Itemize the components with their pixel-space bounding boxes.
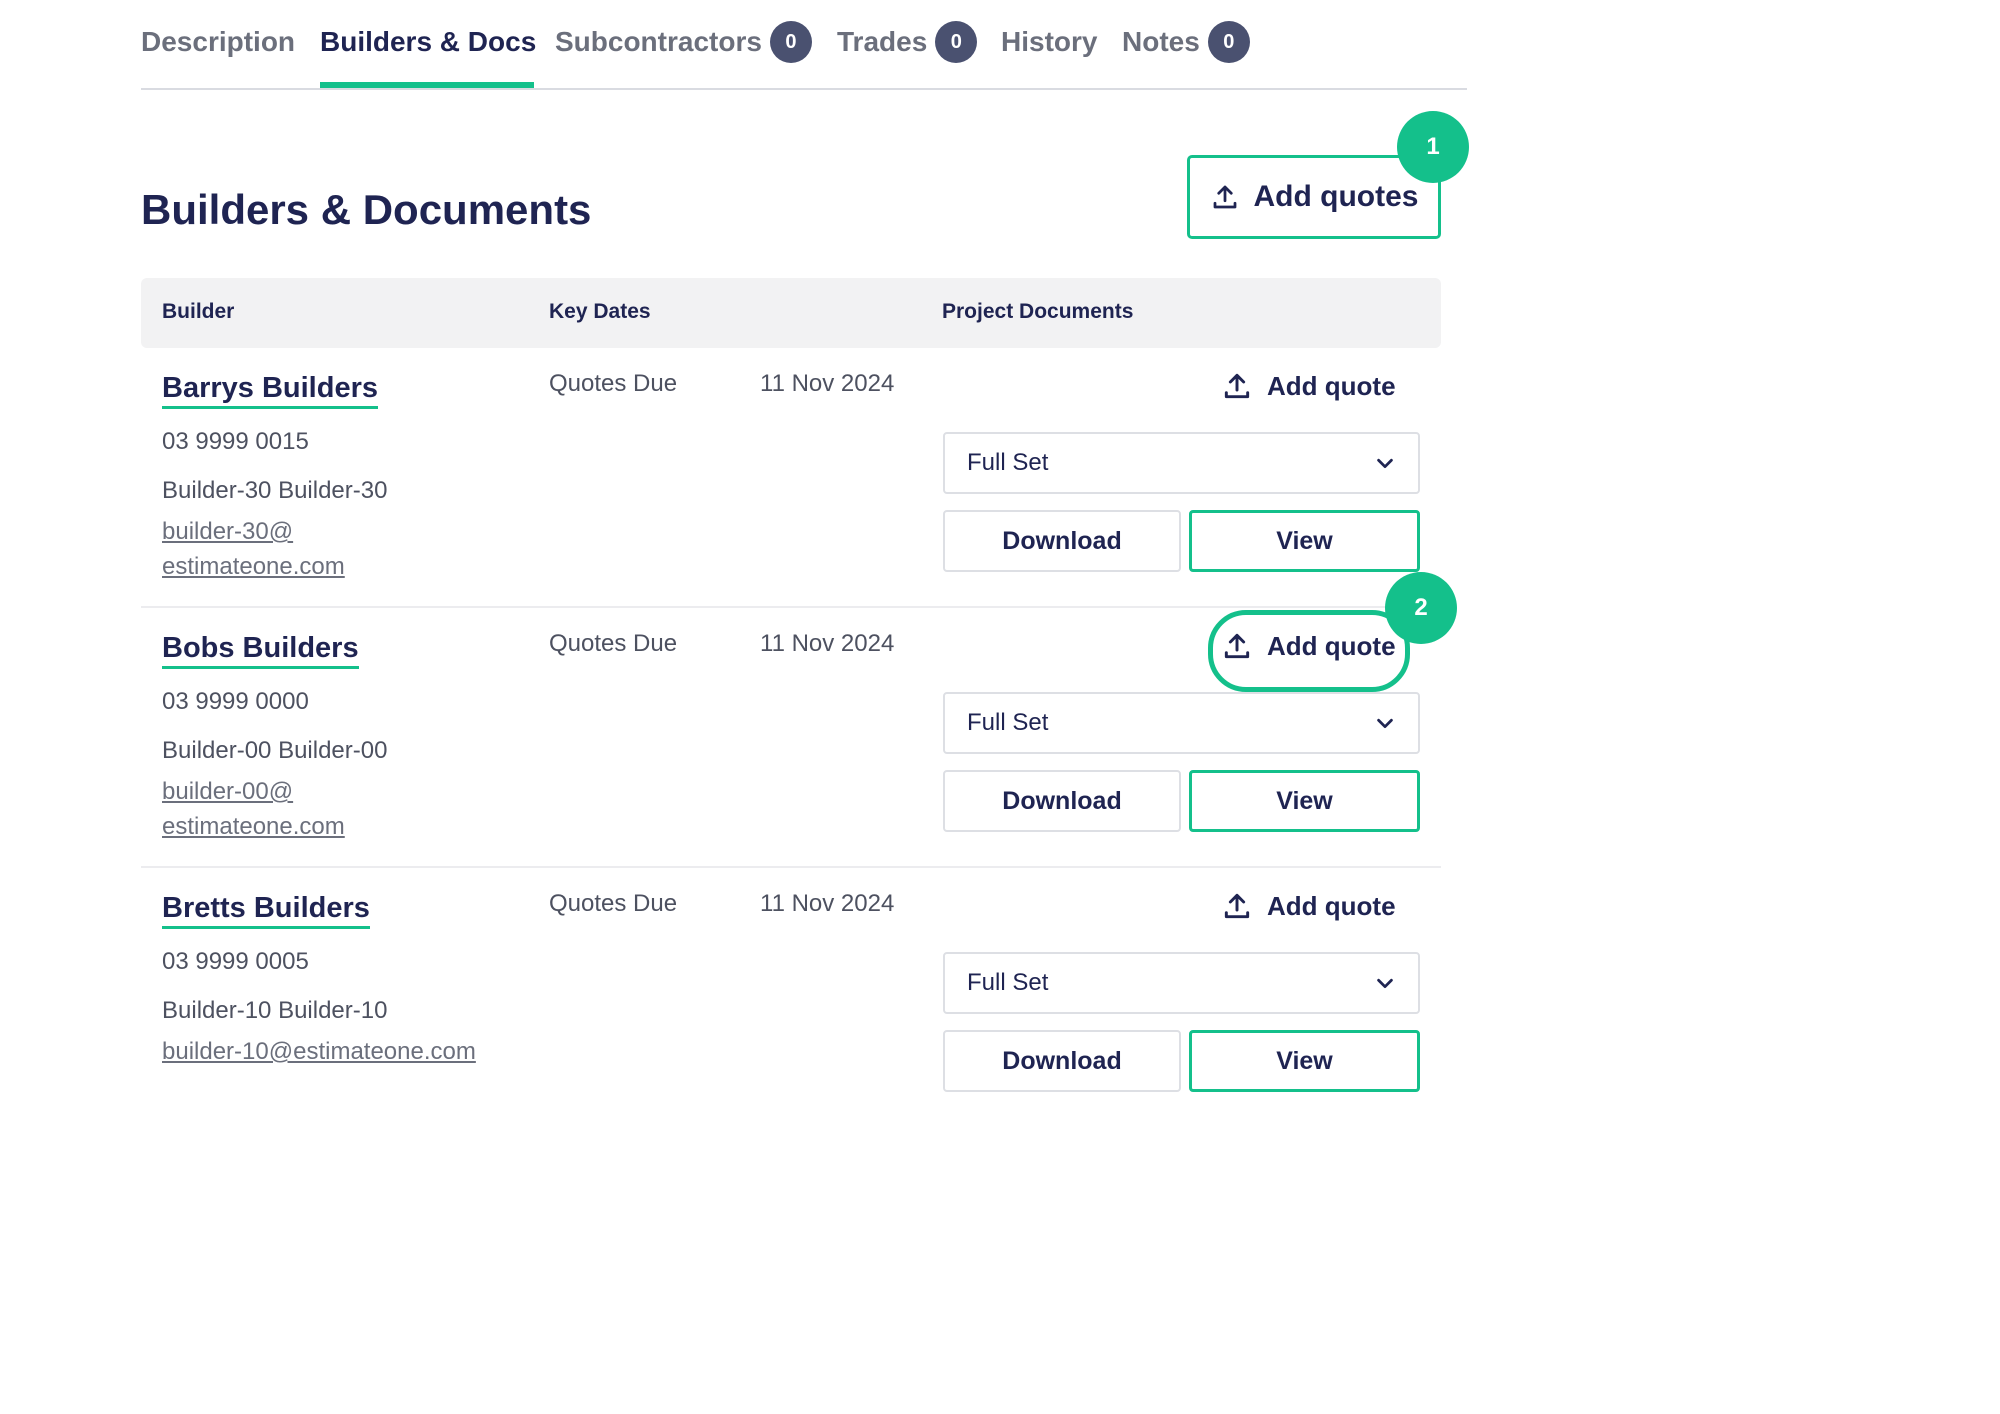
add-quote-label: Add quote — [1267, 890, 1396, 921]
table-row: Bobs Builders 03 9999 0000 Builder-00 Bu… — [141, 610, 1441, 890]
key-date-value: 11 Nov 2024 — [760, 890, 895, 917]
view-button[interactable]: View — [1189, 1030, 1420, 1092]
tab-label: Builders & Docs — [320, 26, 537, 57]
tab-label: Trades — [837, 26, 928, 57]
upload-icon — [1210, 182, 1240, 212]
upload-icon — [1221, 370, 1253, 402]
chevron-down-icon — [1374, 452, 1396, 474]
page-title: Builders & Documents — [141, 186, 592, 233]
key-date-label: Quotes Due — [549, 890, 678, 917]
highlight-ring — [1208, 610, 1410, 692]
document-set-select[interactable]: Full Set — [943, 432, 1420, 494]
document-set-select[interactable]: Full Set — [943, 952, 1420, 1014]
add-quote-button[interactable]: Add quote — [1221, 370, 1396, 402]
active-tab-indicator — [320, 82, 534, 88]
tab-notes[interactable]: Notes 0 — [1122, 21, 1250, 63]
tab-label: History — [1001, 26, 1098, 57]
view-button[interactable]: View — [1189, 510, 1420, 572]
builder-email-link[interactable]: builder-00@ estimateone.com — [162, 774, 362, 844]
select-value: Full Set — [967, 709, 1049, 736]
email-line: builder-10@estimateone.com — [162, 1038, 476, 1065]
key-date-label: Quotes Due — [549, 630, 678, 657]
document-set-select[interactable]: Full Set — [943, 692, 1420, 754]
builder-contact: Builder-00 Builder-00 — [162, 737, 388, 764]
select-value: Full Set — [967, 969, 1049, 996]
email-line: estimateone.com — [162, 813, 345, 840]
add-quote-label: Add quote — [1267, 370, 1396, 401]
builder-email-link[interactable]: builder-30@ estimateone.com — [162, 514, 362, 584]
step-callout-2: 2 — [1385, 572, 1457, 644]
tab-subcontractors[interactable]: Subcontractors 0 — [555, 21, 812, 63]
step-callout-1: 1 — [1397, 111, 1469, 183]
key-date-label: Quotes Due — [549, 370, 678, 397]
count-badge: 0 — [769, 21, 812, 63]
email-line: builder-30@ — [162, 518, 294, 545]
tab-trades[interactable]: Trades 0 — [837, 21, 978, 63]
download-button[interactable]: Download — [943, 1030, 1181, 1092]
table-row: Barrys Builders 03 9999 0015 Builder-30 … — [141, 370, 1441, 630]
email-line: estimateone.com — [162, 553, 345, 580]
add-quote-button[interactable]: Add quote — [1221, 890, 1396, 922]
add-quotes-label: Add quotes — [1253, 180, 1419, 213]
tab-history[interactable]: History — [1001, 24, 1097, 60]
count-badge: 0 — [1207, 21, 1250, 63]
key-date-value: 11 Nov 2024 — [760, 630, 895, 657]
download-button[interactable]: Download — [943, 770, 1181, 832]
builder-phone: 03 9999 0015 — [162, 428, 309, 455]
builder-name-link[interactable]: Bretts Builders — [162, 890, 370, 929]
builder-contact: Builder-30 Builder-30 — [162, 477, 388, 504]
column-header-key-dates: Key Dates — [549, 300, 651, 323]
column-header-project-documents: Project Documents — [942, 300, 1134, 323]
upload-icon — [1221, 890, 1253, 922]
tab-bar: Description Builders & Docs Subcontracto… — [141, 14, 1467, 90]
tab-label: Notes — [1122, 26, 1200, 57]
tab-label: Subcontractors — [555, 26, 762, 57]
key-date-value: 11 Nov 2024 — [760, 370, 895, 397]
tab-builders-docs[interactable]: Builders & Docs — [320, 24, 536, 60]
builder-name-link[interactable]: Barrys Builders — [162, 370, 378, 409]
table-header: Builder Key Dates Project Documents — [141, 278, 1441, 348]
view-button[interactable]: View — [1189, 770, 1420, 832]
chevron-down-icon — [1374, 712, 1396, 734]
builder-phone: 03 9999 0000 — [162, 688, 309, 715]
email-line: builder-00@ — [162, 778, 294, 805]
builder-name-link[interactable]: Bobs Builders — [162, 630, 359, 669]
download-button[interactable]: Download — [943, 510, 1181, 572]
column-header-builder: Builder — [162, 300, 235, 323]
tab-label: Description — [141, 26, 296, 57]
row-divider — [141, 606, 1441, 608]
row-divider — [141, 866, 1441, 868]
builder-email-link[interactable]: builder-10@estimateone.com — [162, 1034, 582, 1069]
builder-phone: 03 9999 0005 — [162, 948, 309, 975]
table-row: Bretts Builders 03 9999 0005 Builder-10 … — [141, 890, 1441, 1150]
select-value: Full Set — [967, 449, 1049, 476]
builder-contact: Builder-10 Builder-10 — [162, 997, 388, 1024]
chevron-down-icon — [1374, 972, 1396, 994]
tab-description[interactable]: Description — [141, 24, 295, 60]
count-badge: 0 — [935, 21, 978, 63]
